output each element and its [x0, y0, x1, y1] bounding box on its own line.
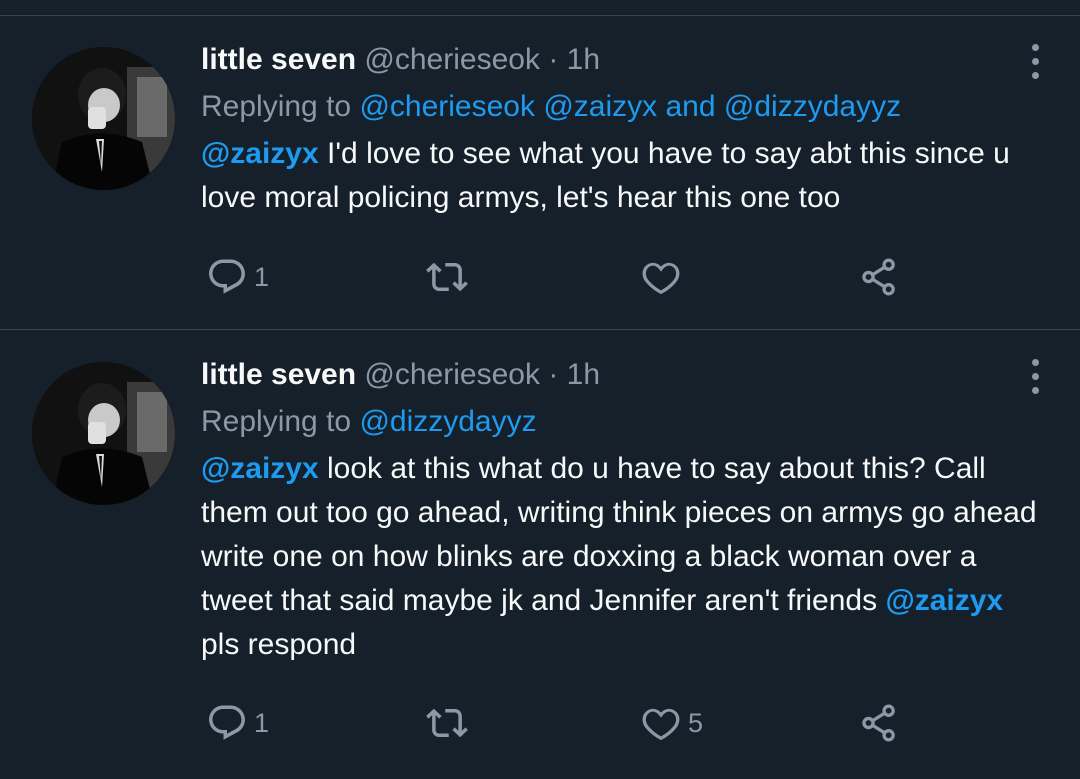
reply-handle-link[interactable]: @zaizyx [543, 90, 657, 123]
replying-to: Replying to @dizzydayyz [201, 404, 1040, 440]
display-name[interactable]: little seven [201, 43, 356, 76]
reply-and-text[interactable]: and [665, 90, 715, 123]
user-handle[interactable]: @cherieseok [364, 358, 540, 391]
reply-handle-link[interactable]: @dizzydayyz [724, 90, 901, 123]
share-icon [862, 258, 895, 296]
reply-icon [209, 705, 245, 740]
reply-icon [209, 259, 245, 294]
retweet-icon [426, 262, 468, 292]
more-icon [1032, 359, 1039, 366]
timestamp[interactable]: · 1h [548, 358, 600, 391]
reply-button[interactable]: 1 [206, 701, 269, 745]
user-handle[interactable]: @cherieseok [364, 43, 540, 76]
tweet-body-end: pls respond [201, 628, 357, 661]
mention-link[interactable]: @zaizyx [201, 137, 319, 170]
replying-to-label: Replying to [201, 405, 352, 438]
tweet-header: little seven @cherieseok · 1h [201, 42, 1040, 78]
like-button[interactable] [640, 255, 688, 299]
like-icon [642, 708, 680, 741]
display-name[interactable]: little seven [201, 358, 356, 391]
tweet[interactable]: little seven @cherieseok · 1h Replying t… [0, 330, 1080, 779]
retweet-button[interactable] [426, 255, 474, 299]
tweet-text: @zaizyx look at this what do u have to s… [201, 447, 1040, 667]
more-icon [1032, 44, 1039, 51]
mention-link[interactable]: @zaizyx [201, 452, 319, 485]
tweet-actions: 1 [201, 255, 921, 299]
like-button[interactable]: 5 [640, 701, 703, 745]
tweet-header: little seven @cherieseok · 1h [201, 357, 1040, 393]
timestamp[interactable]: · 1h [548, 43, 600, 76]
avatar[interactable] [32, 362, 175, 505]
tweet-actions: 1 5 [201, 701, 921, 745]
replying-to-label: Replying to [201, 90, 352, 123]
like-icon [642, 262, 680, 295]
share-button[interactable] [858, 255, 900, 299]
reply-handle-link[interactable]: @dizzydayyz [359, 405, 536, 438]
replying-to: Replying to @cherieseok @zaizyx and @diz… [201, 89, 1040, 125]
more-options-button[interactable] [1030, 357, 1040, 397]
retweet-icon [426, 708, 468, 738]
mention-link[interactable]: @zaizyx [885, 584, 1003, 617]
share-icon [862, 704, 895, 742]
tweet[interactable]: little seven @cherieseok · 1h Replying t… [0, 16, 1080, 329]
avatar[interactable] [32, 47, 175, 190]
share-button[interactable] [858, 701, 900, 745]
more-options-button[interactable] [1030, 42, 1040, 82]
retweet-button[interactable] [426, 701, 474, 745]
tweet-body: I'd love to see what you have to say abt… [201, 137, 1010, 214]
reply-count: 1 [254, 261, 270, 292]
reply-button[interactable]: 1 [206, 255, 269, 299]
reply-count: 1 [254, 707, 270, 738]
like-count: 5 [688, 707, 704, 738]
reply-handle-link[interactable]: @cherieseok [359, 90, 535, 123]
tweet-text: @zaizyx I'd love to see what you have to… [201, 132, 1040, 220]
